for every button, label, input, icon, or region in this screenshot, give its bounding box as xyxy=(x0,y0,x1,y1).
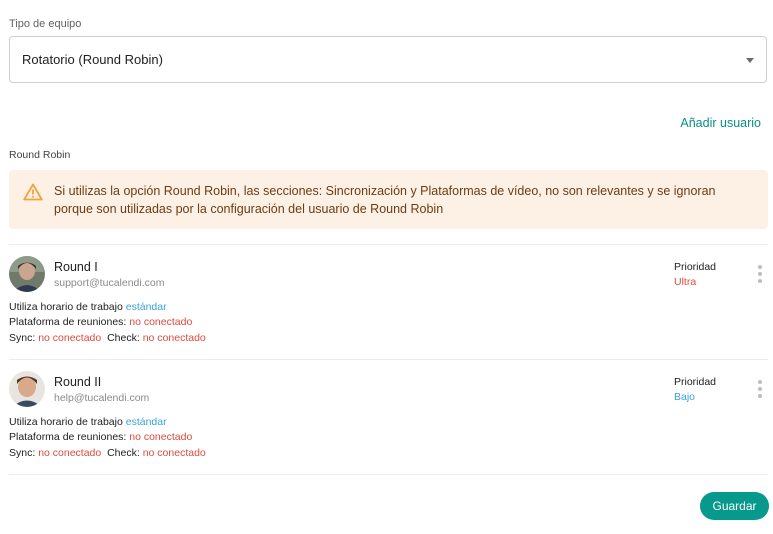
sync-label: Sync: xyxy=(9,447,36,459)
warning-triangle-icon xyxy=(23,183,43,200)
save-button[interactable]: Guardar xyxy=(700,492,769,520)
schedule-label: Utiliza horario de trabajo xyxy=(9,301,123,313)
check-label: Check: xyxy=(107,332,140,344)
member-name: Round II xyxy=(54,375,102,389)
schedule-label: Utiliza horario de trabajo xyxy=(9,416,123,428)
round-robin-warning-alert: Si utilizas la opción Round Robin, las s… xyxy=(9,170,768,229)
schedule-value-link[interactable]: estándar xyxy=(126,416,167,428)
member-name: Round I xyxy=(54,260,98,274)
platform-value-link[interactable]: no conectado xyxy=(129,316,192,328)
more-options-icon[interactable] xyxy=(755,380,765,402)
sync-value-link[interactable]: no conectado xyxy=(38,332,101,344)
member-email: support@tucalendi.com xyxy=(54,277,165,289)
priority-label: Prioridad xyxy=(674,376,717,388)
team-member-round-i: Round I support@tucalendi.com Utiliza ho… xyxy=(9,245,768,357)
priority-label: Prioridad xyxy=(674,261,717,273)
warning-text: Si utilizas la opción Round Robin, las s… xyxy=(54,182,715,218)
priority-value: Ultra xyxy=(674,276,697,288)
avatar xyxy=(9,256,45,292)
avatar xyxy=(9,371,45,407)
platform-line: Plataforma de reuniones: no conectado xyxy=(9,316,192,328)
check-label: Check: xyxy=(107,447,140,459)
sync-value-link[interactable]: no conectado xyxy=(38,447,101,459)
sync-label: Sync: xyxy=(9,332,36,344)
check-value-link[interactable]: no conectado xyxy=(143,447,206,459)
add-user-button[interactable]: Añadir usuario xyxy=(680,116,761,130)
check-value-link[interactable]: no conectado xyxy=(143,332,206,344)
warning-text-line-1: Si utilizas la opción Round Robin, las s… xyxy=(54,183,716,198)
sync-check-line: Sync: no conectado Check: no conectado xyxy=(9,332,206,344)
member-email: help@tucalendi.com xyxy=(54,392,150,404)
platform-value-link[interactable]: no conectado xyxy=(129,431,192,443)
platform-label: Plataforma de reuniones: xyxy=(9,316,127,328)
team-type-selected-value: Rotatorio (Round Robin) xyxy=(22,52,163,67)
warning-text-line-2: porque son utilizadas por la configuraci… xyxy=(54,201,444,216)
platform-label: Plataforma de reuniones: xyxy=(9,431,127,443)
schedule-value-link[interactable]: estándar xyxy=(126,301,167,313)
team-member-round-ii: Round II help@tucalendi.com Utiliza hora… xyxy=(9,360,768,472)
team-type-select[interactable]: Rotatorio (Round Robin) xyxy=(9,36,767,83)
chevron-down-icon[interactable] xyxy=(746,58,754,63)
more-options-icon[interactable] xyxy=(755,265,765,287)
priority-value: Bajo xyxy=(674,391,696,403)
divider xyxy=(9,474,768,475)
platform-line: Plataforma de reuniones: no conectado xyxy=(9,431,192,443)
team-type-label: Tipo de equipo xyxy=(9,18,82,30)
sync-check-line: Sync: no conectado Check: no conectado xyxy=(9,447,206,459)
schedule-line: Utiliza horario de trabajo estándar xyxy=(9,301,167,313)
round-robin-section-label: Round Robin xyxy=(9,149,71,161)
schedule-line: Utiliza horario de trabajo estándar xyxy=(9,416,167,428)
